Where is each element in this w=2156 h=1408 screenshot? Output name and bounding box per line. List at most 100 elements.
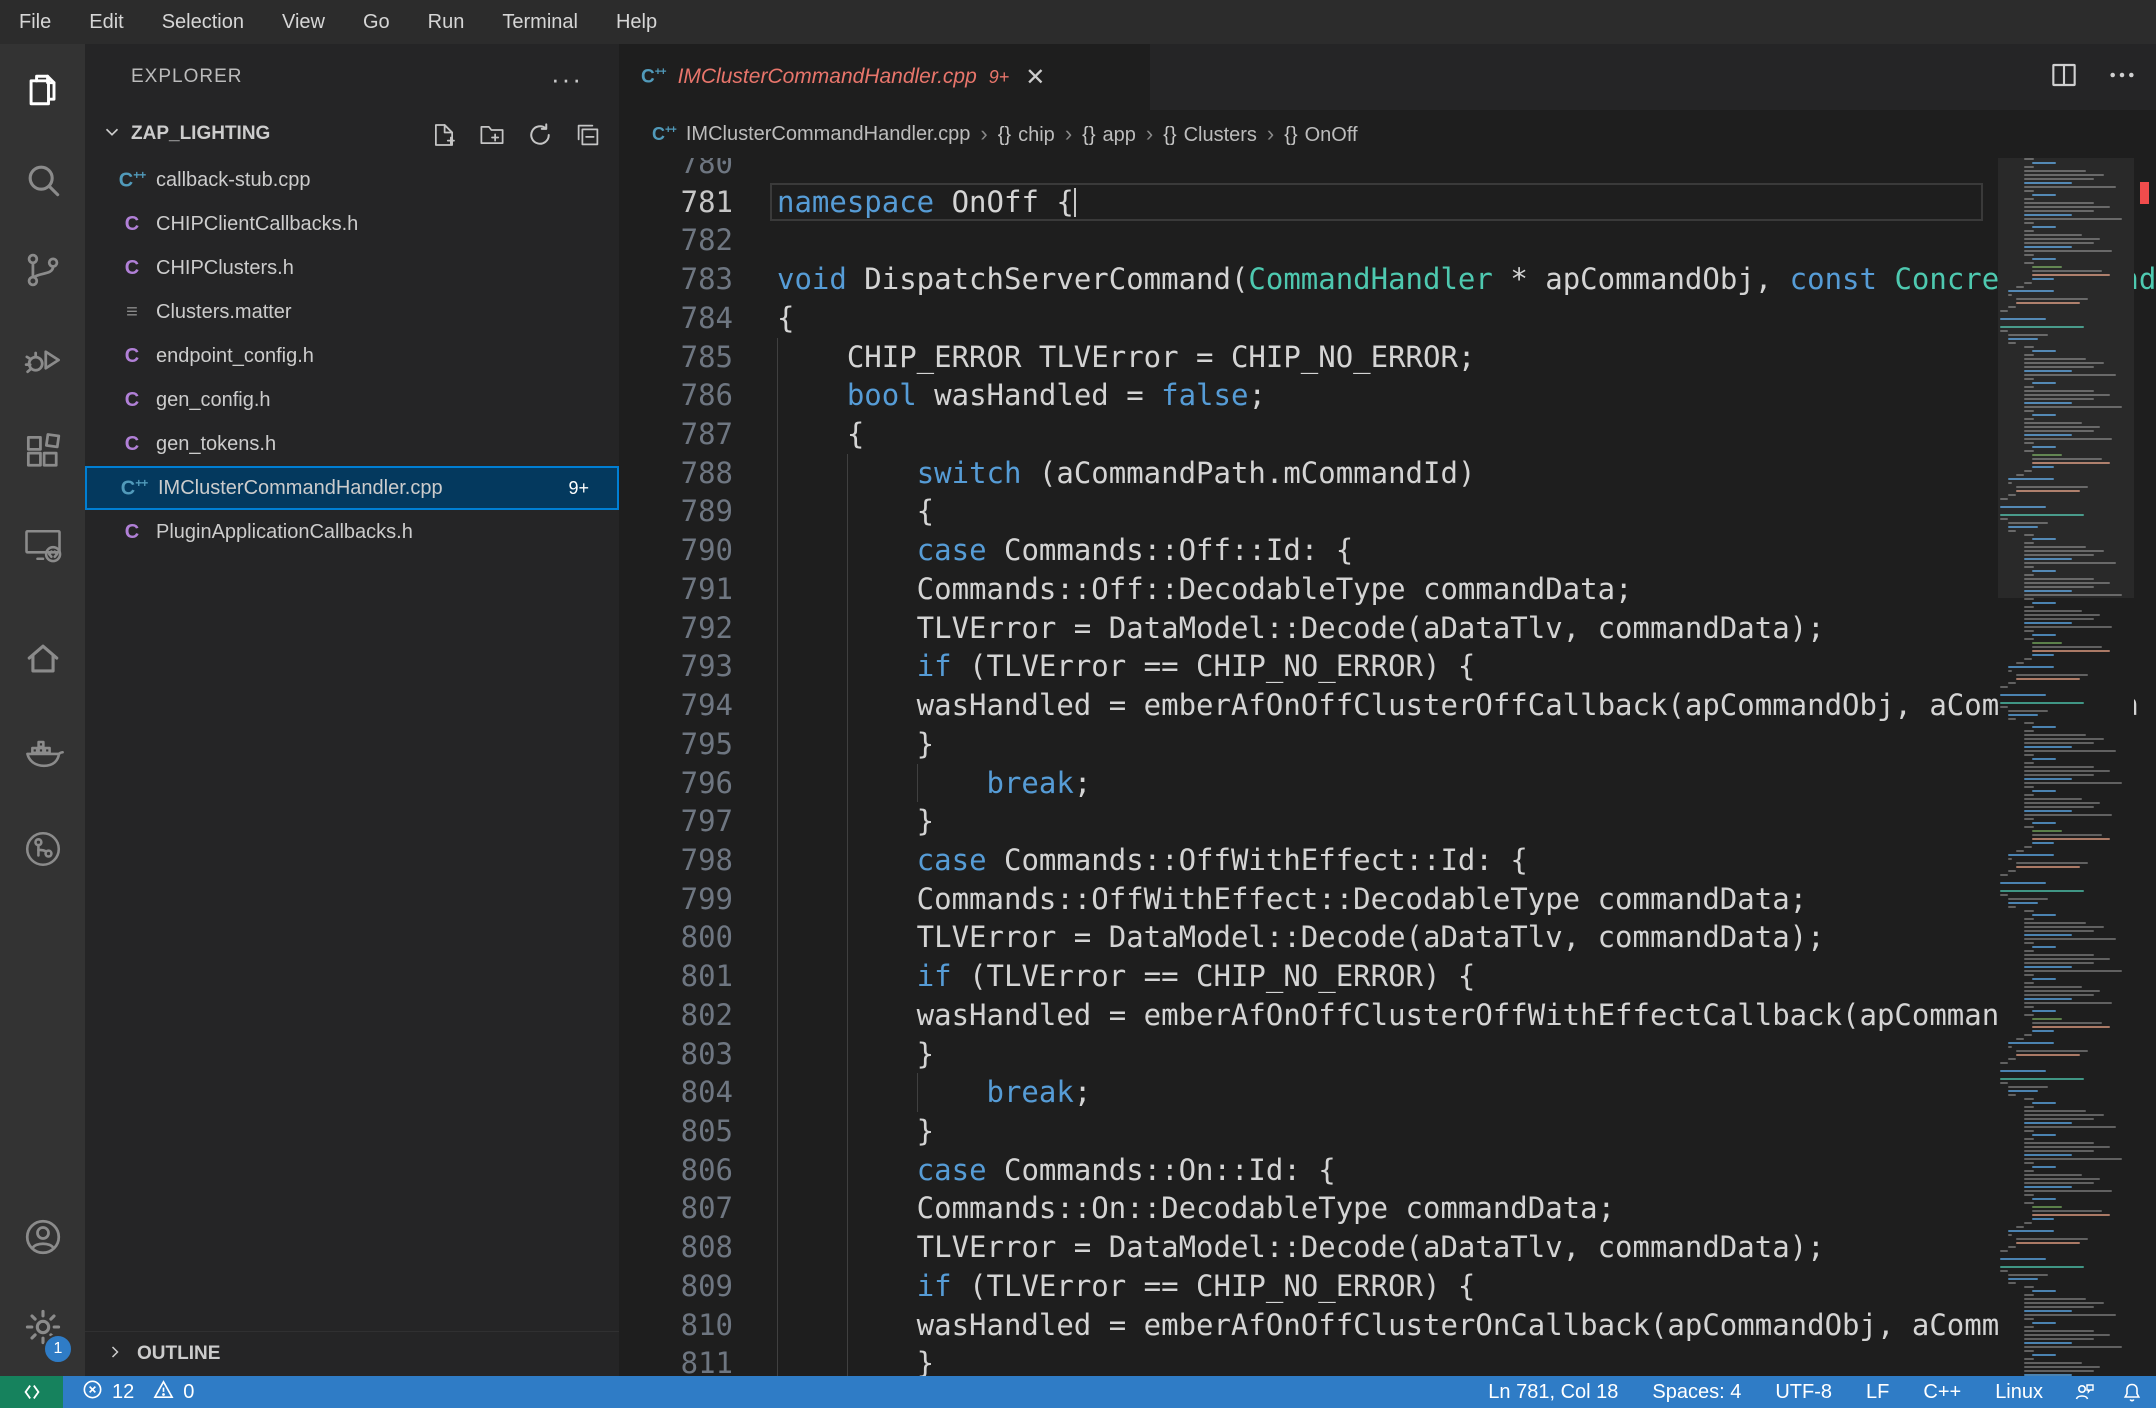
- file-item-imclustercommandhandler-cpp[interactable]: C++ IMClusterCommandHandler.cpp 9+: [85, 466, 619, 510]
- file-item-chipclientcallbacks-h[interactable]: C CHIPClientCallbacks.h: [85, 202, 619, 246]
- code-line-780[interactable]: 780: [619, 158, 2156, 183]
- file-item-gen-config-h[interactable]: Cgen_config.h: [85, 378, 619, 422]
- menu-file[interactable]: File: [0, 0, 70, 44]
- status-encoding[interactable]: UTF-8: [1758, 1381, 1849, 1403]
- docker-icon[interactable]: [0, 710, 85, 796]
- status-indentation[interactable]: Spaces: 4: [1635, 1381, 1758, 1403]
- status-eol[interactable]: LF: [1849, 1381, 1906, 1403]
- refresh-icon[interactable]: [525, 120, 555, 155]
- code-line-783[interactable]: 783 void DispatchServerCommand(CommandHan…: [619, 260, 2156, 299]
- code-line-791[interactable]: 791 Commands::Off::DecodableType command…: [619, 569, 2156, 609]
- file-item-endpoint-config-h[interactable]: Cendpoint_config.h: [85, 334, 619, 378]
- code-line-811[interactable]: 811 }: [619, 1344, 2156, 1376]
- minimap-line: [2000, 706, 2008, 708]
- breadcrumb: C++ IMClusterCommandHandler.cpp ›{} chip ›…: [619, 110, 2156, 158]
- remote-indicator[interactable]: [0, 1376, 63, 1408]
- outline-section-header[interactable]: OUTLINE: [85, 1331, 619, 1376]
- tab-imclustercommandhandler[interactable]: C++ IMClusterCommandHandler.cpp 9+ ✕: [619, 44, 1150, 110]
- minimap-line: [2024, 1126, 2116, 1128]
- breadcrumb-chip[interactable]: {} chip: [998, 124, 1055, 146]
- code-editor[interactable]: 780 781 namespace OnOff {782 783 void Dispat…: [619, 158, 2156, 1376]
- code-line-793[interactable]: 793 if (TLVError == CHIP_NO_ERROR) {: [619, 647, 2156, 687]
- more-actions-icon[interactable]: [2106, 59, 2138, 96]
- code-line-781[interactable]: 781 namespace OnOff {: [619, 182, 2156, 222]
- code-line-805[interactable]: 805 }: [619, 1111, 2156, 1151]
- search-icon[interactable]: [0, 137, 85, 223]
- code-line-790[interactable]: 790 case Commands::Off::Id: {: [619, 531, 2156, 570]
- feedback-icon[interactable]: [2060, 1380, 2108, 1404]
- code-line-785[interactable]: 785 CHIP_ERROR TLVError = CHIP_NO_ERROR;: [619, 337, 2156, 377]
- notifications-bell-icon[interactable]: [2108, 1380, 2156, 1404]
- breadcrumb-onoff[interactable]: {} OnOff: [1284, 124, 1357, 146]
- minimap-viewport[interactable]: [1998, 158, 2134, 598]
- code-line-798[interactable]: 798 case Commands::OffWithEffect::Id: {: [619, 840, 2156, 880]
- extensions-icon[interactable]: [0, 409, 85, 495]
- code-line-809[interactable]: 809 if (TLVError == CHIP_NO_ERROR) {: [619, 1266, 2156, 1306]
- code-line-795[interactable]: 795 }: [619, 724, 2156, 764]
- code-line-807[interactable]: 807 Commands::On::DecodableType commandD…: [619, 1189, 2156, 1229]
- file-item-gen-tokens-h[interactable]: Cgen_tokens.h: [85, 422, 619, 466]
- close-icon[interactable]: ✕: [1025, 63, 1045, 92]
- problems-status[interactable]: 12 0: [81, 1378, 194, 1407]
- minimap-line: [2016, 678, 2080, 680]
- minimap[interactable]: [1998, 158, 2134, 1376]
- code-line-806[interactable]: 806 case Commands::On::Id: {: [619, 1150, 2156, 1190]
- settings-icon[interactable]: 1: [0, 1284, 85, 1370]
- menu-selection[interactable]: Selection: [143, 0, 263, 44]
- code-line-788[interactable]: 788 switch (aCommandPath.mCommandId): [619, 453, 2156, 493]
- new-file-icon[interactable]: [429, 120, 459, 155]
- breadcrumb-app[interactable]: {} app: [1082, 124, 1136, 146]
- code-line-808[interactable]: 808 TLVError = DataModel::Decode(aDataTl…: [619, 1228, 2156, 1267]
- home-icon[interactable]: [0, 616, 85, 702]
- run-debug-icon[interactable]: [0, 317, 85, 403]
- code-line-787[interactable]: 787 {: [619, 415, 2156, 454]
- menu-run[interactable]: Run: [409, 0, 484, 44]
- code-line-792[interactable]: 792 TLVError = DataModel::Decode(aDataTl…: [619, 608, 2156, 648]
- minimap-line: [2016, 1050, 2088, 1052]
- code-line-803[interactable]: 803 }: [619, 1034, 2156, 1074]
- new-folder-icon[interactable]: [477, 120, 507, 155]
- status-os[interactable]: Linux: [1978, 1381, 2060, 1403]
- code-line-804[interactable]: 804 break;: [619, 1073, 2156, 1112]
- code-line-802[interactable]: 802 wasHandled = emberAfOnOffClusterOffW…: [619, 995, 2156, 1035]
- source-control-icon[interactable]: [0, 227, 85, 313]
- file-item-pluginapplicationcallbacks-h[interactable]: C PluginApplicationCallbacks.h: [85, 510, 619, 554]
- more-actions-icon[interactable]: ···: [551, 64, 583, 95]
- code-line-794[interactable]: 794 wasHandled = emberAfOnOffClusterOffC…: [619, 686, 2156, 725]
- line-number: 792: [680, 610, 733, 645]
- split-editor-icon[interactable]: [2048, 59, 2080, 96]
- code-line-801[interactable]: 801 if (TLVError == CHIP_NO_ERROR) {: [619, 957, 2156, 996]
- menu-edit[interactable]: Edit: [70, 0, 142, 44]
- file-item-chipclusters-h[interactable]: C CHIPClusters.h: [85, 246, 619, 290]
- status-cursor-position[interactable]: Ln 781, Col 18: [1471, 1381, 1635, 1403]
- menu-help[interactable]: Help: [597, 0, 676, 44]
- explorer-header: EXPLORER ···: [85, 44, 619, 110]
- code-line-810[interactable]: 810 wasHandled = emberAfOnOffClusterOnCa…: [619, 1305, 2156, 1345]
- file-item-callback-stub-cpp[interactable]: C++ callback-stub.cpp: [85, 158, 619, 202]
- account-icon[interactable]: [0, 1194, 85, 1280]
- line-number: 782: [680, 223, 733, 258]
- status-language-mode[interactable]: C++: [1906, 1381, 1978, 1403]
- code-line-786[interactable]: 786 bool wasHandled = false;: [619, 376, 2156, 416]
- menu-go[interactable]: Go: [344, 0, 409, 44]
- menu-terminal[interactable]: Terminal: [483, 0, 597, 44]
- code-line-784[interactable]: 784 {: [619, 299, 2156, 338]
- code-line-797[interactable]: 797 }: [619, 802, 2156, 841]
- menu-view[interactable]: View: [263, 0, 344, 44]
- file-item-clusters-matter[interactable]: ≡ Clusters.matter: [85, 290, 619, 334]
- breadcrumb-separator: ›: [1145, 121, 1154, 146]
- overview-ruler[interactable]: [2134, 158, 2156, 1376]
- code-line-799[interactable]: 799 Commands::OffWithEffect::DecodableTy…: [619, 879, 2156, 919]
- code-line-782[interactable]: 782: [619, 221, 2156, 260]
- minimap-line: [2000, 1270, 2008, 1272]
- code-line-796[interactable]: 796 break;: [619, 763, 2156, 803]
- collapse-all-icon[interactable]: [573, 120, 603, 155]
- gitlens-icon[interactable]: [0, 806, 85, 892]
- explorer-icon[interactable]: [0, 47, 85, 133]
- code-line-800[interactable]: 800 TLVError = DataModel::Decode(aDataTl…: [619, 918, 2156, 958]
- remote-explorer-icon[interactable]: [0, 502, 85, 588]
- folder-section-header[interactable]: ZAP_LIGHTING: [85, 110, 619, 158]
- breadcrumb-file[interactable]: IMClusterCommandHandler.cpp: [686, 123, 971, 146]
- code-line-789[interactable]: 789 {: [619, 492, 2156, 532]
- breadcrumb-clusters[interactable]: {} Clusters: [1163, 124, 1257, 146]
